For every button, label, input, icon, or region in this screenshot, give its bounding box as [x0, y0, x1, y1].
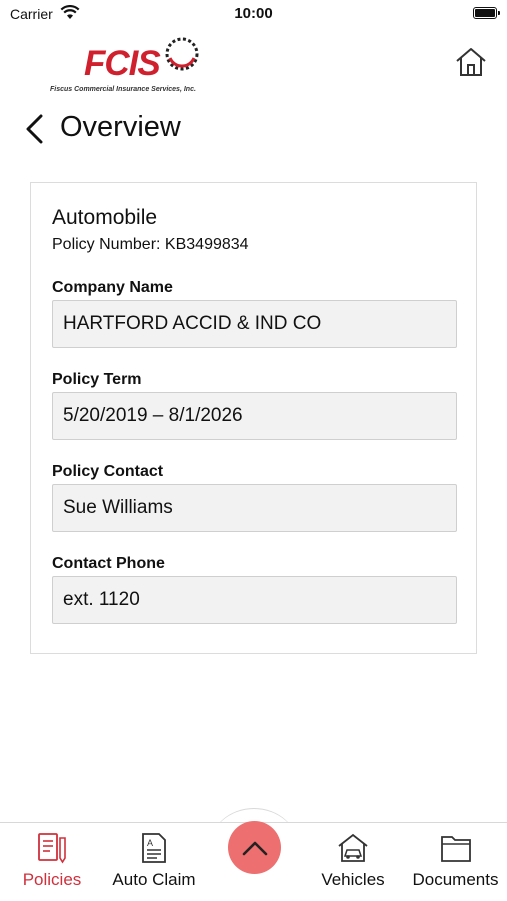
- policy-contact-field: Sue Williams: [52, 484, 457, 532]
- tab-policies-label: Policies: [22, 870, 82, 889]
- vehicles-icon: [338, 833, 368, 862]
- policy-term-field: 5/20/2019 – 8/1/2026: [52, 392, 457, 440]
- expand-menu-button[interactable]: [228, 821, 281, 874]
- clock: 10:00: [234, 5, 273, 22]
- fcis-logo: FCIS Fiscus Commercial Insurance Service…: [48, 30, 208, 96]
- status-bar: Carrier 10:00: [0, 0, 507, 28]
- tab-auto-claim[interactable]: A Auto Claim: [104, 823, 204, 901]
- battery-icon: [473, 7, 500, 19]
- policy-card: Automobile Policy Number: KB3499834 Comp…: [30, 182, 477, 654]
- auto-claim-icon: A: [142, 833, 166, 863]
- contact-phone-field: ext. 1120: [52, 576, 457, 624]
- tab-auto-claim-label: Auto Claim: [112, 870, 196, 889]
- page-title: Overview: [60, 111, 181, 143]
- documents-icon: [440, 836, 471, 862]
- back-button[interactable]: [24, 114, 50, 144]
- policy-contact-label: Policy Contact: [52, 463, 164, 480]
- policies-icon: [38, 833, 66, 864]
- logo-wordmark: FCIS: [84, 44, 161, 83]
- company-name-label: Company Name: [52, 279, 173, 296]
- logo-tagline: Fiscus Commercial Insurance Services, In…: [50, 86, 196, 93]
- policy-term-label: Policy Term: [52, 371, 142, 388]
- tab-documents[interactable]: Documents: [404, 823, 507, 901]
- chevron-left-icon: [26, 114, 43, 144]
- gear-icon: [165, 37, 199, 71]
- tab-vehicles-label: Vehicles: [321, 870, 385, 889]
- policy-number: Policy Number: KB3499834: [52, 236, 249, 253]
- chevron-up-icon: [242, 841, 267, 855]
- home-button[interactable]: [453, 44, 489, 80]
- contact-phone-label: Contact Phone: [52, 555, 165, 572]
- tab-documents-label: Documents: [412, 870, 499, 889]
- company-name-field: HARTFORD ACCID & IND CO: [52, 300, 457, 348]
- home-icon: [456, 48, 486, 76]
- tab-policies[interactable]: Policies: [4, 823, 100, 901]
- policy-type: Automobile: [52, 206, 158, 229]
- tab-vehicles[interactable]: Vehicles: [310, 823, 396, 901]
- svg-text:A: A: [147, 838, 153, 848]
